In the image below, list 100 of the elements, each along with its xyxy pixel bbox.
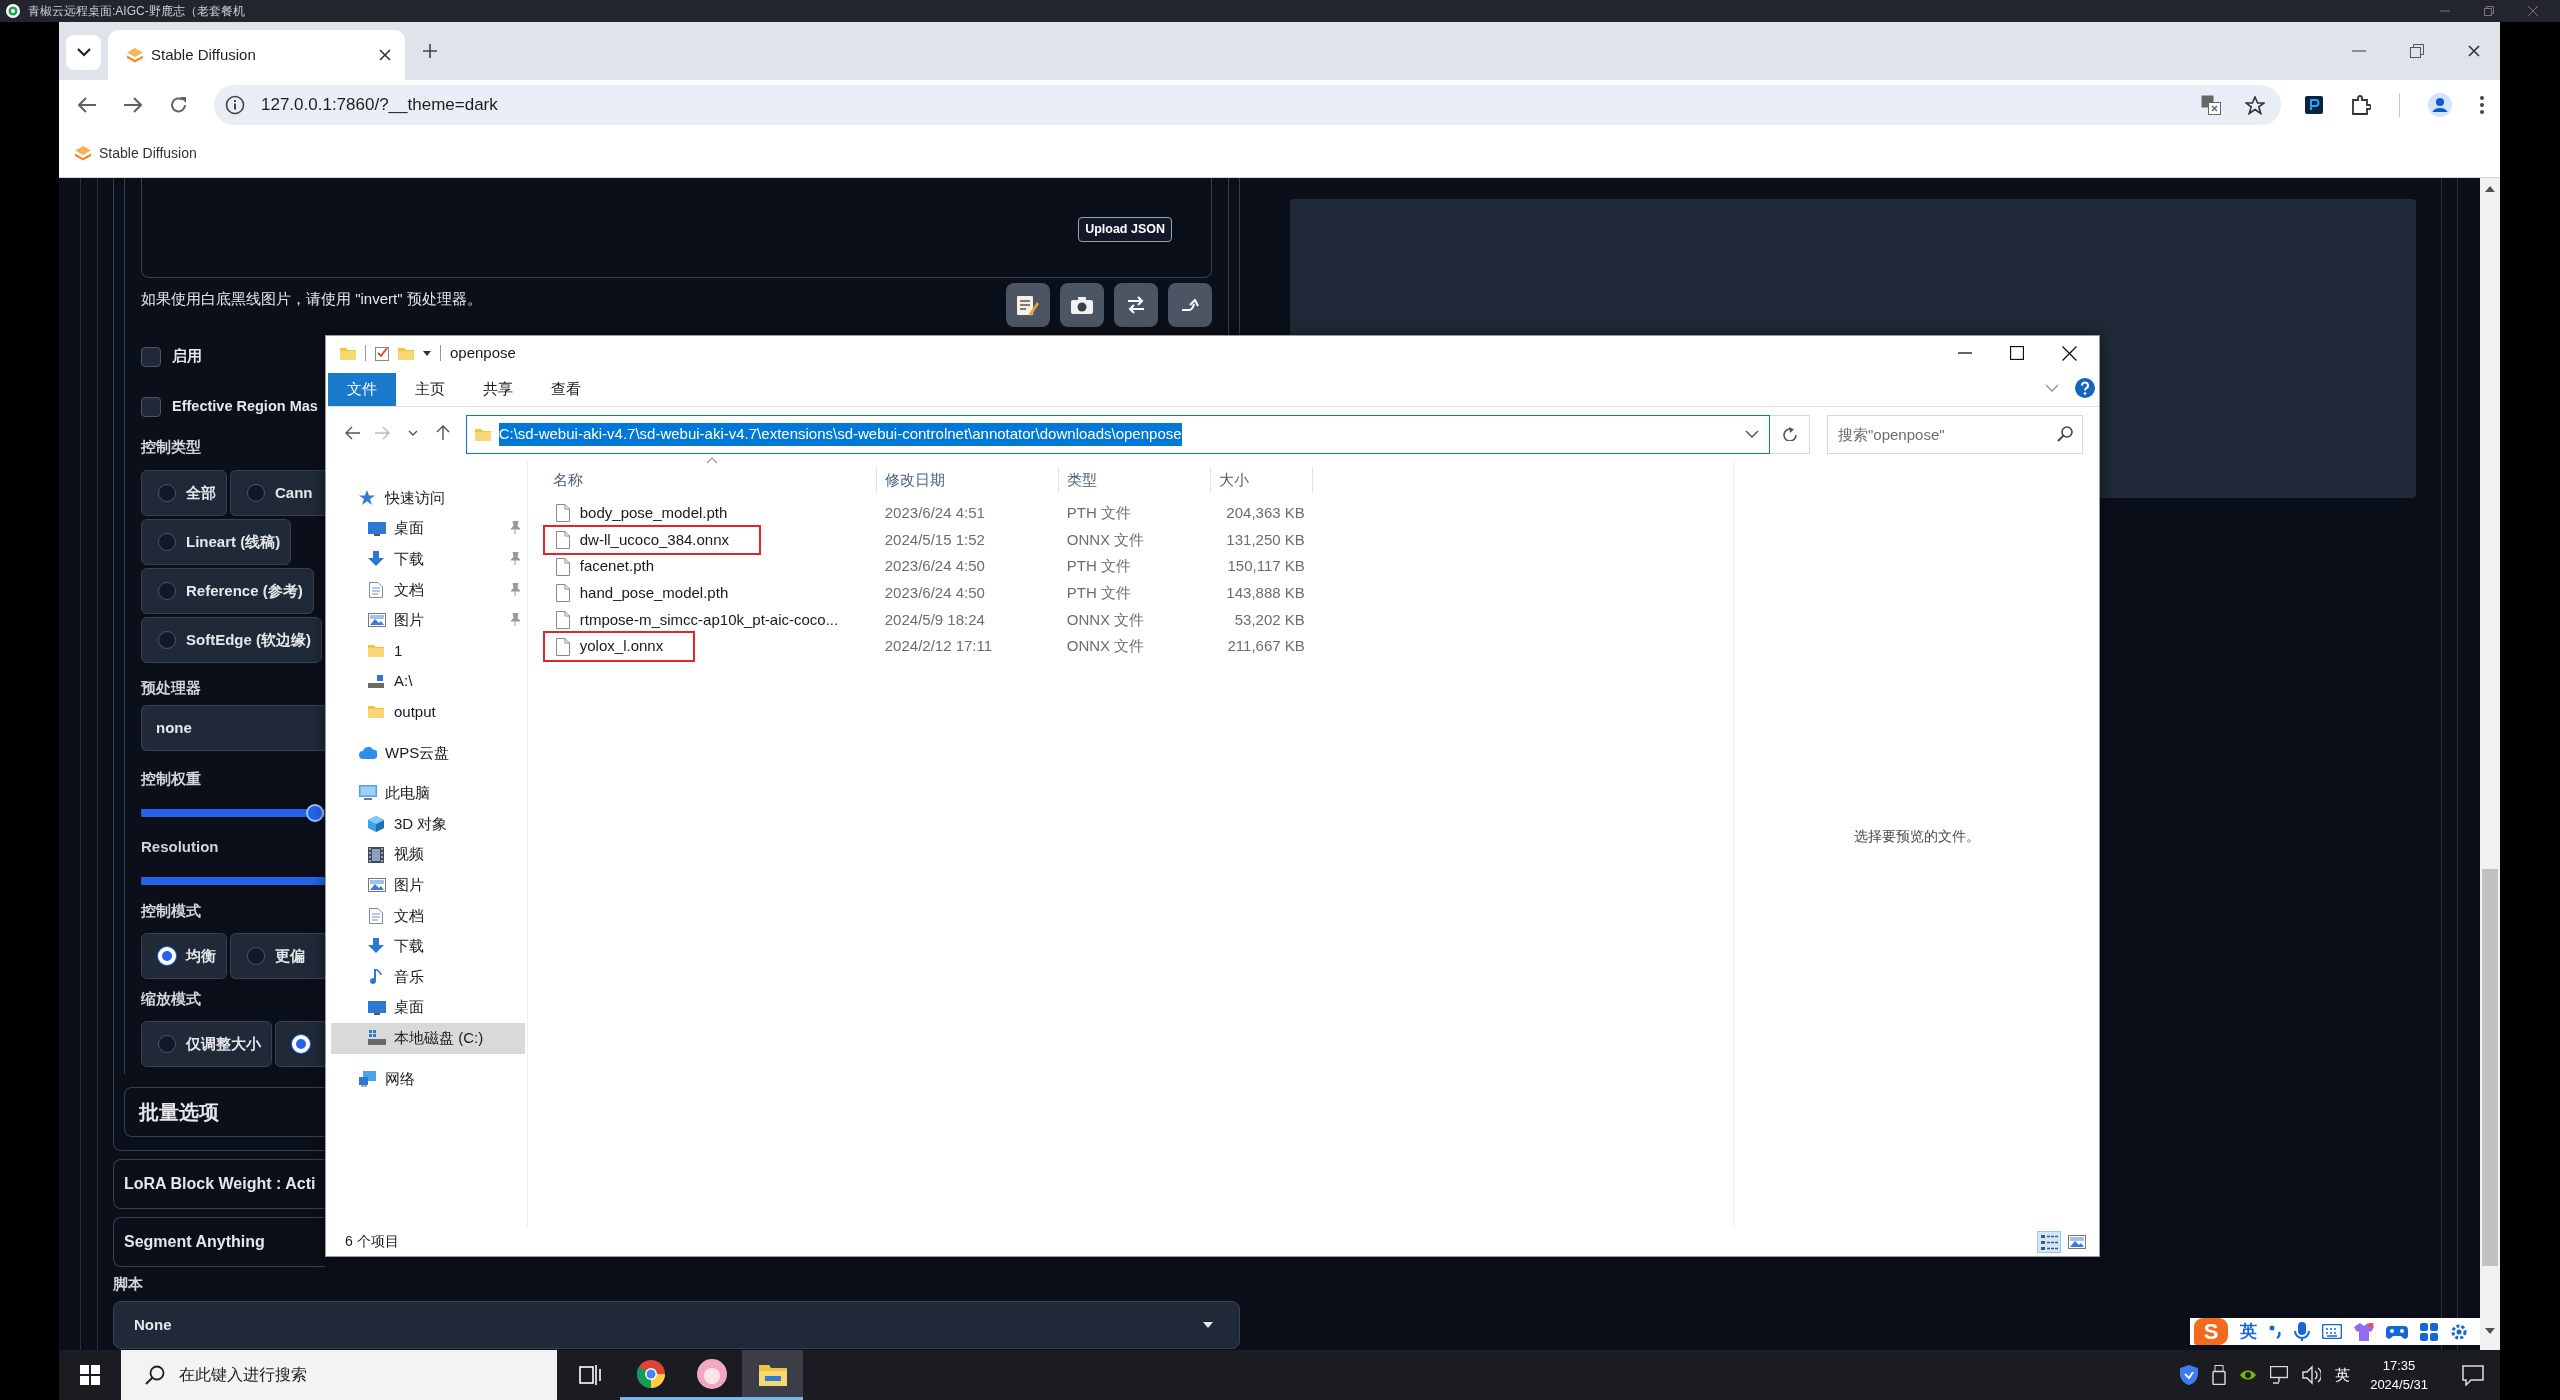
radio-button[interactable] xyxy=(158,582,176,600)
restore-icon[interactable] xyxy=(2410,44,2424,58)
grid-icon[interactable] xyxy=(2420,1322,2438,1341)
upload-json-button[interactable]: Upload JSON xyxy=(1078,217,1172,242)
file-name[interactable]: facenet.pth xyxy=(579,555,654,578)
radio-option[interactable]: 均衡 xyxy=(141,933,227,979)
network-icon[interactable] xyxy=(2270,1366,2289,1384)
radio-button[interactable] xyxy=(247,947,265,965)
notification-icon[interactable] xyxy=(2462,1365,2484,1387)
checkbox[interactable] xyxy=(141,347,161,367)
nav-item[interactable]: 文档 xyxy=(331,900,525,932)
file-name[interactable]: dw-ll_ucoco_384.onnx xyxy=(579,528,730,552)
address-bar-url[interactable]: 127.0.0.1:7860/?__theme=dark xyxy=(261,92,498,118)
script-dropdown[interactable]: None xyxy=(113,1301,1240,1349)
help-icon[interactable] xyxy=(2075,377,2095,398)
tab-close-icon[interactable] xyxy=(379,49,391,61)
checkbox[interactable] xyxy=(141,397,161,417)
gamepad-icon[interactable] xyxy=(2386,1324,2408,1339)
nav-item[interactable]: 本地磁盘 (C:) xyxy=(331,1022,525,1054)
dropdown-icon[interactable] xyxy=(423,350,431,356)
tab-search-button[interactable] xyxy=(66,35,101,70)
scrollbar-thumb[interactable] xyxy=(2482,869,2498,1266)
settings-icon[interactable] xyxy=(2450,1322,2468,1341)
radio-button[interactable] xyxy=(158,1035,176,1053)
profile-avatar-icon[interactable] xyxy=(2428,93,2452,117)
nav-item[interactable]: A:\ xyxy=(331,666,525,697)
nav-item[interactable]: 图片 xyxy=(331,605,525,636)
new-tab-icon[interactable] xyxy=(423,44,437,58)
input-mode-indicator[interactable]: 英 xyxy=(2335,1363,2351,1387)
translate-icon[interactable] xyxy=(2201,95,2221,115)
restore-icon[interactable] xyxy=(2484,6,2494,16)
nav-item[interactable]: WPS云盘 xyxy=(331,737,525,769)
file-name[interactable]: rtmpose-m_simcc-ap10k_pt-aic-coco... xyxy=(579,608,839,632)
punctuation-icon[interactable] xyxy=(2269,1324,2282,1339)
nav-item[interactable]: 下载 xyxy=(331,544,525,575)
radio-option[interactable]: Reference (参考) xyxy=(141,568,314,614)
nav-item[interactable]: 网络 xyxy=(331,1063,525,1095)
volume-icon[interactable] xyxy=(2302,1365,2322,1385)
keyboard-icon[interactable] xyxy=(2322,1324,2342,1339)
radio-option[interactable]: 更偏 xyxy=(230,933,325,979)
column-header[interactable]: 名称 xyxy=(527,466,877,493)
radio-option[interactable]: 仅调整大小 xyxy=(141,1021,272,1067)
shirt-icon[interactable] xyxy=(2354,1322,2374,1341)
nav-item[interactable]: 下载 xyxy=(331,931,525,962)
shield-icon[interactable] xyxy=(2180,1365,2199,1385)
camera-button[interactable] xyxy=(1060,283,1104,327)
search-field[interactable]: 搜索"openpose" xyxy=(1827,414,2083,454)
extension-icon[interactable] xyxy=(2305,96,2323,114)
radio-option[interactable]: 全部 xyxy=(141,470,227,516)
file-name[interactable]: body_pose_model.pth xyxy=(579,501,728,525)
radio-option[interactable]: SoftEdge (软边缘) xyxy=(141,617,322,663)
usb-drive-icon[interactable] xyxy=(2212,1365,2227,1385)
preprocessor-dropdown[interactable]: none xyxy=(141,705,325,751)
chevron-down-icon[interactable] xyxy=(1745,430,1760,439)
nav-item[interactable]: 文档 xyxy=(331,574,525,606)
edit-button[interactable] xyxy=(1006,283,1050,327)
properties-icon[interactable] xyxy=(375,345,389,362)
taskbar-search-field[interactable]: 在此键入进行搜索 xyxy=(121,1350,557,1400)
scroll-down-arrow-icon[interactable] xyxy=(2485,1327,2495,1334)
ribbon-tab[interactable]: 查看 xyxy=(532,372,600,406)
nav-item[interactable]: 图片 xyxy=(331,869,525,901)
menu-icon[interactable] xyxy=(2480,96,2484,114)
scroll-up-arrow-icon[interactable] xyxy=(2485,186,2495,192)
column-header[interactable]: 大小 xyxy=(1210,466,1313,493)
send-button[interactable] xyxy=(1168,283,1212,327)
nav-item[interactable]: output xyxy=(331,696,525,728)
nav-item[interactable]: 此电脑 xyxy=(331,778,525,809)
file-name[interactable]: hand_pose_model.pth xyxy=(579,581,729,605)
clock[interactable]: 17:35 2024/5/31 xyxy=(2370,1356,2428,1394)
microphone-icon[interactable] xyxy=(2294,1322,2310,1341)
puzzle-icon[interactable] xyxy=(2351,95,2371,115)
column-header[interactable]: 修改日期 xyxy=(876,466,1059,493)
nav-item[interactable]: 1 xyxy=(331,635,525,667)
ribbon-tab[interactable]: 主页 xyxy=(396,372,464,406)
radio-option[interactable] xyxy=(275,1021,325,1067)
nav-item[interactable]: 桌面 xyxy=(331,513,525,544)
nav-item[interactable]: 3D 对象 xyxy=(331,808,525,840)
radio-option[interactable]: Lineart (线稿) xyxy=(141,519,292,565)
taskbar-app[interactable] xyxy=(742,1350,803,1400)
radio-button[interactable] xyxy=(247,484,265,502)
info-icon[interactable] xyxy=(225,95,245,115)
address-field[interactable]: C:\sd-webui-aki-v4.7\sd-webui-aki-v4.7\extensions\sd-webui-controlnet\annotator\downloads\openpose xyxy=(465,414,1771,454)
minimize-icon[interactable] xyxy=(1958,352,1972,355)
ime-mode-indicator[interactable]: 英 xyxy=(2240,1318,2257,1345)
radio-button[interactable] xyxy=(158,533,176,551)
radio-option[interactable]: Cann xyxy=(230,470,325,516)
close-icon[interactable] xyxy=(2468,45,2480,57)
nav-item[interactable]: 音乐 xyxy=(331,961,525,993)
refresh-button[interactable] xyxy=(1770,414,1810,454)
ribbon-tab[interactable]: 文件 xyxy=(328,372,396,406)
browser-tab[interactable]: Stable Diffusion xyxy=(108,30,405,80)
column-header[interactable]: 类型 xyxy=(1058,466,1211,493)
details-view-button[interactable] xyxy=(2037,1230,2061,1253)
collapsible-panel[interactable]: Segment Anything xyxy=(113,1217,325,1267)
radio-button[interactable] xyxy=(158,484,176,502)
bookmark-link[interactable]: Stable Diffusion xyxy=(75,143,197,164)
maximize-icon[interactable] xyxy=(2010,346,2024,361)
ribbon-tab[interactable]: 共享 xyxy=(464,372,532,406)
bookmark-star-icon[interactable] xyxy=(2245,95,2265,115)
close-icon[interactable] xyxy=(2062,345,2077,361)
